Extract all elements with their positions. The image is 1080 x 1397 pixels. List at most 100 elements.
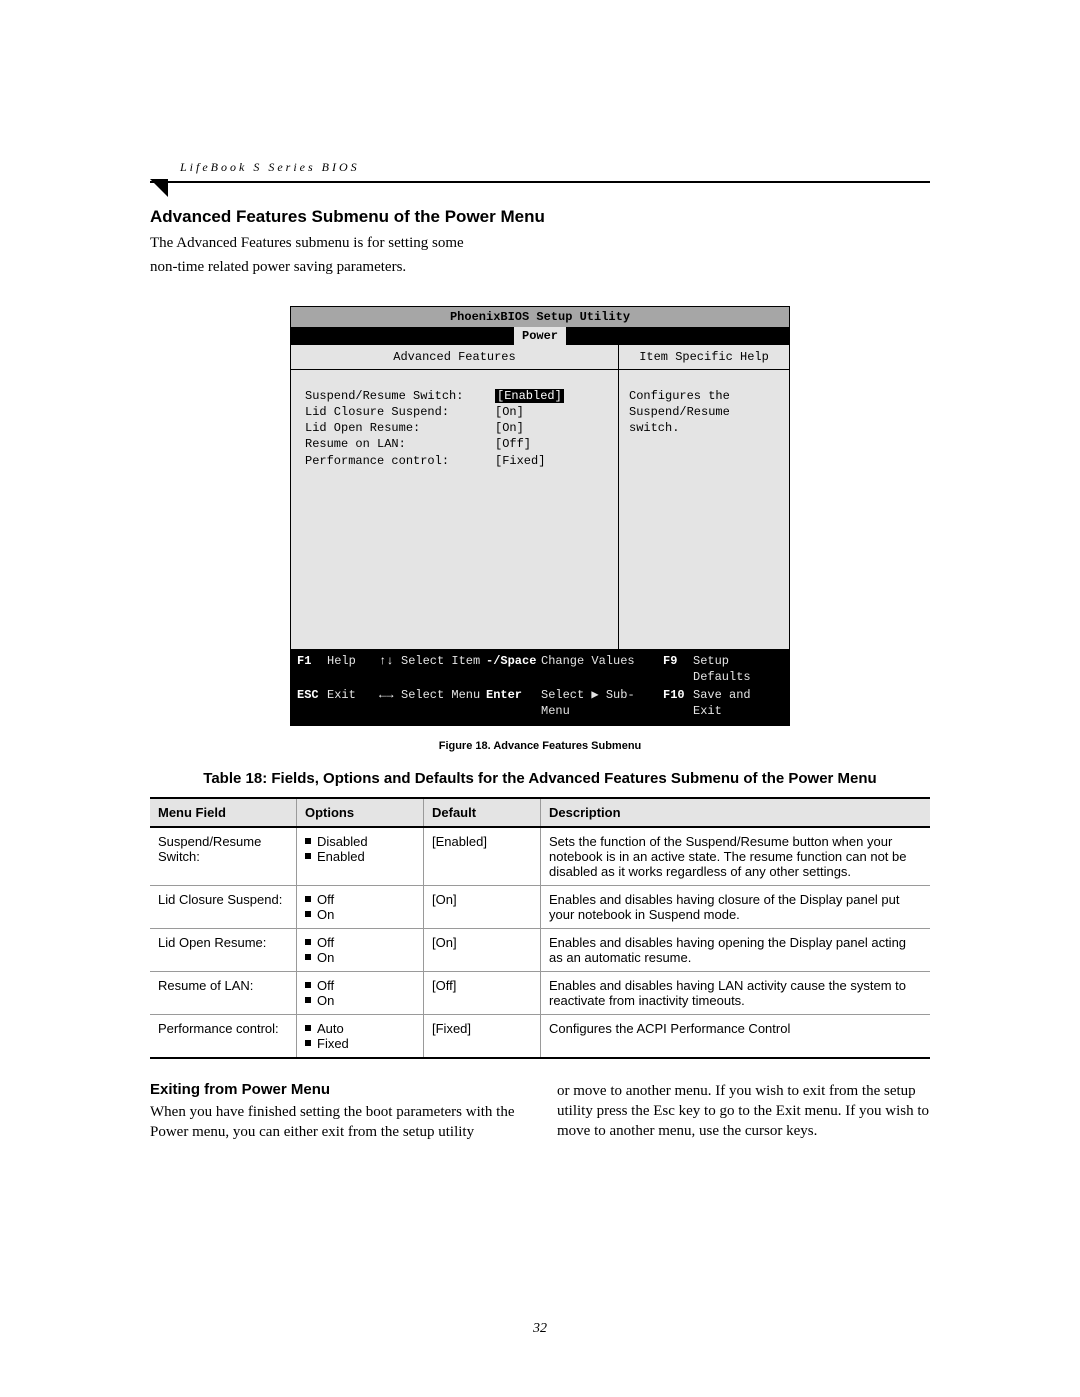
bios-setting-value: [On]: [495, 420, 585, 436]
page-number: 32: [0, 1321, 1080, 1337]
bios-help-panel: Item Specific Help Configures the Suspen…: [619, 345, 789, 649]
bios-screenshot: PhoenixBIOS Setup Utility Power Advanced…: [290, 306, 790, 726]
square-bullet-icon: [305, 954, 311, 960]
exiting-section: Exiting from Power Menu When you have fi…: [150, 1081, 930, 1143]
cell-menu-field: Suspend/Resume Switch:: [150, 827, 297, 886]
square-bullet-icon: [305, 838, 311, 844]
square-bullet-icon: [305, 896, 311, 902]
table-header-row: Menu Field Options Default Description: [150, 798, 930, 827]
table-row: Lid Closure Suspend:OffOn[On]Enables and…: [150, 885, 930, 928]
bios-left-panel: Advanced Features Suspend/Resume Switch:…: [291, 345, 619, 649]
fields-table: Menu Field Options Default Description S…: [150, 797, 930, 1059]
cell-options: AutoFixed: [297, 1014, 424, 1058]
col-menu-field: Menu Field: [150, 798, 297, 827]
square-bullet-icon: [305, 939, 311, 945]
option-item: On: [305, 993, 415, 1008]
option-item: Auto: [305, 1021, 415, 1036]
key-f9: F9: [663, 653, 693, 685]
table-row: Performance control:AutoFixed[Fixed]Conf…: [150, 1014, 930, 1058]
square-bullet-icon: [305, 853, 311, 859]
square-bullet-icon: [305, 982, 311, 988]
key-esc-label: Exit: [327, 687, 379, 719]
save-exit-label: Save and Exit: [693, 687, 783, 719]
option-label: On: [317, 950, 334, 965]
bios-setting-label: Lid Open Resume:: [305, 420, 495, 436]
cell-menu-field: Lid Closure Suspend:: [150, 885, 297, 928]
option-item: Disabled: [305, 834, 415, 849]
option-item: Off: [305, 892, 415, 907]
cell-menu-field: Lid Open Resume:: [150, 928, 297, 971]
bios-setting-row: Performance control:[Fixed]: [305, 453, 604, 469]
option-label: Fixed: [317, 1036, 349, 1051]
cell-menu-field: Performance control:: [150, 1014, 297, 1058]
cell-default: [Enabled]: [424, 827, 541, 886]
option-item: Enabled: [305, 849, 415, 864]
change-values-label: Change Values: [541, 653, 663, 685]
cell-description: Configures the ACPI Performance Control: [541, 1014, 931, 1058]
header-wedge-icon: [150, 179, 168, 197]
cell-default: [Off]: [424, 971, 541, 1014]
bios-setting-value: [Fixed]: [495, 453, 585, 469]
figure-caption: Figure 18. Advance Features Submenu: [150, 740, 930, 752]
bios-setting-value: [Off]: [495, 436, 585, 452]
col-options: Options: [297, 798, 424, 827]
bios-setting-value: [Enabled]: [495, 388, 585, 404]
key-enter: Enter: [486, 687, 541, 719]
option-label: On: [317, 993, 334, 1008]
table-title: Table 18: Fields, Options and Defaults f…: [150, 770, 930, 787]
bios-titlebar: PhoenixBIOS Setup Utility: [290, 306, 790, 327]
intro-line-1: The Advanced Features submenu is for set…: [150, 233, 930, 253]
key-f1: F1: [297, 653, 327, 685]
bios-setting-label: Performance control:: [305, 453, 495, 469]
cell-menu-field: Resume of LAN:: [150, 971, 297, 1014]
option-label: Off: [317, 935, 334, 950]
bios-setting-value: [On]: [495, 404, 585, 420]
bios-setting-row: Resume on LAN:[Off]: [305, 436, 604, 452]
select-submenu-label: Select ▶ Sub-Menu: [541, 687, 663, 719]
cell-default: [On]: [424, 928, 541, 971]
select-menu-label: Select Menu: [401, 687, 486, 719]
section-heading: Advanced Features Submenu of the Power M…: [150, 207, 930, 227]
cell-description: Enables and disables having LAN activity…: [541, 971, 931, 1014]
bios-setting-label: Resume on LAN:: [305, 436, 495, 452]
exiting-text-right: or move to another menu. If you wish to …: [557, 1083, 929, 1140]
bios-setting-label: Lid Closure Suspend:: [305, 404, 495, 420]
bios-help-line-1: Configures the: [629, 388, 779, 404]
cell-description: Enables and disables having closure of t…: [541, 885, 931, 928]
cell-options: DisabledEnabled: [297, 827, 424, 886]
option-item: Off: [305, 978, 415, 993]
bios-left-title: Advanced Features: [291, 345, 618, 370]
bios-setting-label: Suspend/Resume Switch:: [305, 388, 495, 404]
square-bullet-icon: [305, 1025, 311, 1031]
bios-help-line-2: Suspend/Resume switch.: [629, 404, 779, 436]
cell-default: [Fixed]: [424, 1014, 541, 1058]
cell-description: Enables and disables having opening the …: [541, 928, 931, 971]
exiting-heading: Exiting from Power Menu: [150, 1081, 523, 1098]
exiting-text-left: When you have finished setting the boot …: [150, 1104, 514, 1140]
square-bullet-icon: [305, 1040, 311, 1046]
option-label: Enabled: [317, 849, 365, 864]
cell-options: OffOn: [297, 928, 424, 971]
square-bullet-icon: [305, 997, 311, 1003]
arrow-leftright-icon: ←→: [379, 687, 401, 719]
key-space: -/Space: [486, 653, 541, 685]
cell-default: [On]: [424, 885, 541, 928]
option-item: On: [305, 907, 415, 922]
bios-help-text: Configures the Suspend/Resume switch.: [619, 370, 789, 455]
key-esc: ESC: [297, 687, 327, 719]
bios-tab-bar: Power: [290, 327, 790, 345]
bios-setting-row: Suspend/Resume Switch:[Enabled]: [305, 388, 604, 404]
option-item: Off: [305, 935, 415, 950]
col-description: Description: [541, 798, 931, 827]
header-rule: [150, 181, 930, 183]
cell-options: OffOn: [297, 885, 424, 928]
table-row: Resume of LAN: OffOn [Off]Enables and disa…: [150, 971, 930, 1014]
option-item: Fixed: [305, 1036, 415, 1051]
table-row: Suspend/Resume Switch:DisabledEnabled[En…: [150, 827, 930, 886]
option-label: Off: [317, 978, 334, 993]
table-row: Lid Open Resume:OffOn[On]Enables and dis…: [150, 928, 930, 971]
bios-help-title: Item Specific Help: [619, 345, 789, 370]
option-label: On: [317, 907, 334, 922]
running-header: LifeBook S Series BIOS: [180, 160, 930, 175]
square-bullet-icon: [305, 911, 311, 917]
